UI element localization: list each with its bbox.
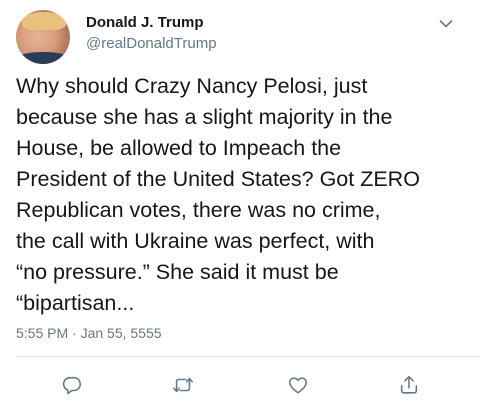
reply-icon (62, 376, 82, 395)
share-icon (400, 375, 418, 394)
avatar-hair (22, 12, 66, 30)
retweet-button[interactable] (168, 370, 198, 400)
share-button[interactable] (394, 370, 424, 400)
reply-button[interactable] (57, 370, 87, 400)
author-names: Donald J. Trump @realDonaldTrump (86, 13, 217, 54)
tweet-header: Donald J. Trump @realDonaldTrump (16, 10, 464, 66)
chevron-down-icon[interactable] (436, 14, 456, 34)
avatar-suit (16, 52, 70, 64)
display-name[interactable]: Donald J. Trump (86, 13, 217, 33)
heart-icon (288, 377, 308, 394)
user-handle[interactable]: @realDonaldTrump (86, 34, 217, 54)
tweet-text: Why should Crazy Nancy Pelosi, just beca… (16, 74, 420, 315)
action-bar (0, 370, 480, 400)
divider (16, 356, 480, 357)
tweet-card: Donald J. Trump @realDonaldTrump Why sho… (0, 0, 480, 410)
like-button[interactable] (283, 370, 313, 400)
avatar[interactable] (16, 10, 70, 64)
retweet-icon (173, 377, 193, 393)
tweet-timestamp[interactable]: 5:55 PM · Jan 55, 5555 (16, 325, 162, 341)
